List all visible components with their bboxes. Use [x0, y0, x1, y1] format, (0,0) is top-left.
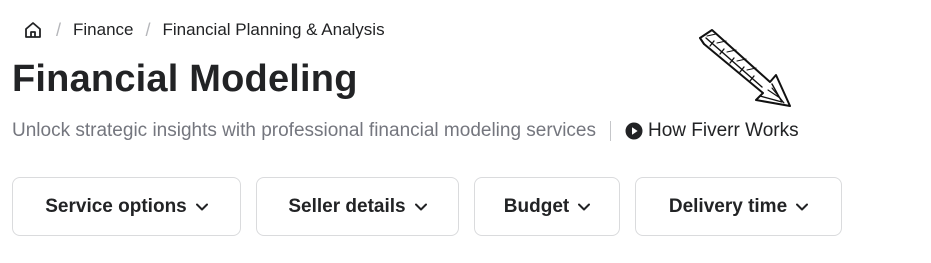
subtitle-row: Unlock strategic insights with professio…	[12, 118, 799, 144]
page-subtitle: Unlock strategic insights with professio…	[12, 120, 596, 141]
page-title: Financial Modeling	[12, 58, 358, 100]
home-icon[interactable]	[24, 20, 44, 40]
chevron-down-icon	[578, 203, 591, 211]
budget-filter[interactable]: Budget	[474, 177, 620, 236]
delivery-time-filter[interactable]: Delivery time	[635, 177, 842, 236]
chevron-down-icon	[414, 203, 427, 211]
hand-drawn-arrow-icon	[692, 24, 796, 114]
chevron-down-icon	[796, 203, 809, 211]
seller-details-filter[interactable]: Seller details	[256, 177, 459, 236]
how-fiverr-works-label: How Fiverr Works	[648, 120, 799, 141]
service-options-filter[interactable]: Service options	[12, 177, 241, 236]
divider	[610, 121, 611, 141]
chevron-down-icon	[195, 203, 208, 211]
filter-bar: Service options Seller details Budget De…	[12, 177, 842, 236]
breadcrumb-item-fpa[interactable]: Financial Planning & Analysis	[163, 20, 385, 40]
breadcrumb: / Finance / Financial Planning & Analysi…	[24, 18, 385, 42]
how-fiverr-works-link[interactable]: How Fiverr Works	[625, 120, 799, 142]
filter-label: Service options	[45, 195, 187, 217]
filter-label: Delivery time	[668, 195, 788, 217]
filter-label: Seller details	[288, 195, 406, 217]
breadcrumb-separator: /	[145, 19, 151, 40]
play-circle-icon	[625, 122, 643, 140]
breadcrumb-item-finance[interactable]: Finance	[73, 20, 133, 40]
breadcrumb-separator: /	[56, 19, 62, 40]
filter-label: Budget	[503, 195, 570, 217]
